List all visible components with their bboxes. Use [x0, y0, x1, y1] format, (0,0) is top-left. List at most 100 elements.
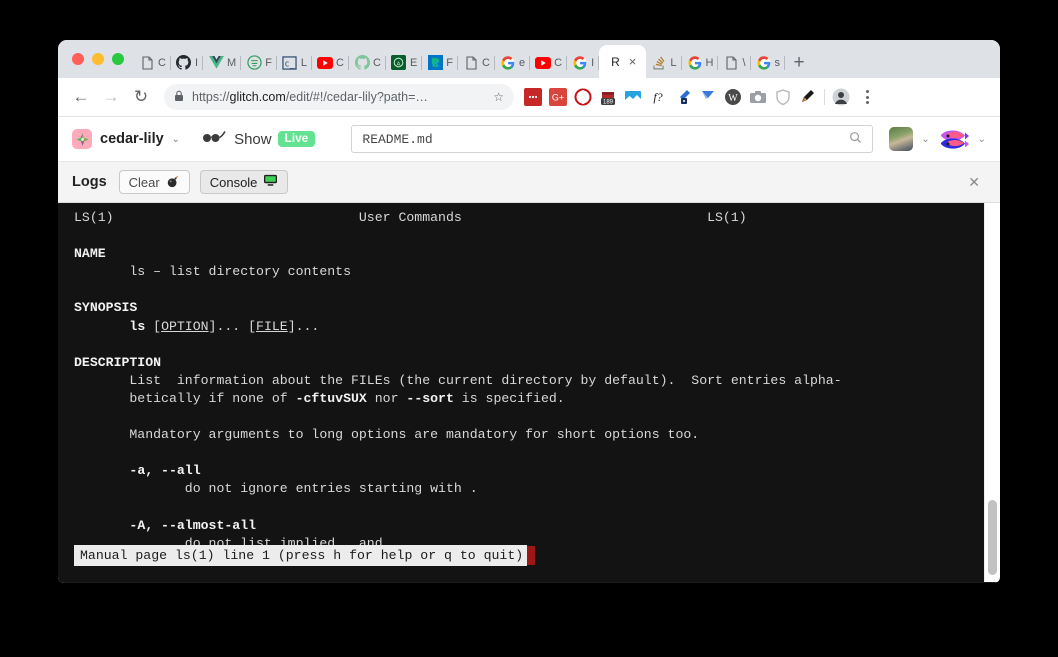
- console-label: Console: [209, 174, 258, 190]
- tab-label: F: [265, 56, 272, 69]
- revolut-icon: R: [427, 55, 443, 71]
- chevron-down-icon[interactable]: ⌄: [921, 134, 929, 145]
- android-icon: A: [391, 55, 407, 71]
- document-icon: [463, 55, 479, 71]
- tab-label: L: [670, 56, 677, 69]
- chevron-down-icon[interactable]: ⌄: [978, 134, 986, 145]
- forward-button[interactable]: →: [96, 82, 126, 112]
- chevron-down-icon[interactable]: ⌄: [172, 134, 180, 145]
- browser-tab[interactable]: C: [349, 47, 386, 78]
- tab-strip: C I M F c_ L C C A E R F C e C I R × L H…: [58, 40, 1000, 78]
- profile-avatar-icon[interactable]: [832, 88, 850, 106]
- browser-tab[interactable]: F: [241, 47, 277, 78]
- file-search-field[interactable]: README.md: [351, 125, 874, 153]
- clear-label: Clear: [128, 174, 160, 190]
- reload-button[interactable]: ↻: [126, 82, 156, 112]
- zoom-window-button[interactable]: [112, 53, 124, 65]
- close-window-button[interactable]: [72, 53, 84, 65]
- codepen-icon: c_: [282, 55, 298, 71]
- tab-label: M: [227, 56, 237, 69]
- browser-tab[interactable]: H: [682, 47, 719, 78]
- google-icon: [500, 55, 516, 71]
- flask-icon: [246, 55, 262, 71]
- browser-tab[interactable]: C: [312, 47, 349, 78]
- browser-tab[interactable]: A E: [386, 47, 423, 78]
- youtube-icon: [535, 55, 552, 71]
- github-icon: [176, 55, 192, 71]
- minimize-window-button[interactable]: [92, 53, 104, 65]
- browser-tab[interactable]: I: [567, 47, 600, 78]
- tab-label: C: [336, 56, 344, 69]
- youtube-icon: [317, 55, 334, 71]
- tab-label: e: [518, 56, 526, 69]
- tab-label: C: [373, 56, 381, 69]
- active-browser-tab[interactable]: R ×: [599, 45, 647, 78]
- y-extension-icon[interactable]: [699, 88, 717, 106]
- file-search-value[interactable]: README.md: [362, 132, 849, 147]
- font-extension-icon[interactable]: f?: [649, 88, 667, 106]
- terminal-cursor: [527, 546, 536, 565]
- browser-tab[interactable]: L: [646, 47, 682, 78]
- tab-label: L: [300, 56, 308, 69]
- browser-toolbar: ← → ↻ https://glitch.com/edit/#!/cedar-l…: [58, 78, 1000, 117]
- pager-status-text: Manual page ls(1) line 1 (press h for he…: [74, 545, 528, 566]
- wappalyzer-extension-icon[interactable]: W: [724, 88, 742, 106]
- tab-label: F: [446, 56, 454, 69]
- terminal-output[interactable]: LS(1) User Commands LS(1) NAME ls – list…: [58, 203, 984, 582]
- console-button[interactable]: Console: [199, 170, 289, 194]
- monitor-icon: [263, 174, 278, 190]
- avatar[interactable]: [889, 127, 914, 151]
- image-extension-icon[interactable]: [624, 88, 642, 106]
- shield-extension-icon[interactable]: [774, 88, 792, 106]
- back-button[interactable]: ←: [66, 82, 96, 112]
- close-icon[interactable]: ✕: [962, 170, 986, 195]
- github-outline-icon: [354, 55, 370, 71]
- browser-tab[interactable]: I: [171, 47, 204, 78]
- google-icon: [572, 55, 588, 71]
- opera-extension-icon[interactable]: [574, 88, 592, 106]
- browser-menu-button[interactable]: [857, 85, 877, 109]
- svg-text:G+: G+: [552, 93, 564, 103]
- browser-tab[interactable]: s: [751, 47, 786, 78]
- red-dots-extension-icon[interactable]: [524, 88, 542, 106]
- project-name: cedar-lily: [100, 131, 164, 147]
- new-tab-button[interactable]: +: [785, 47, 813, 78]
- man-page-content: LS(1) User Commands LS(1) NAME ls – list…: [74, 210, 842, 551]
- tab-list: C I M F c_ L C C A E R F C e C I R × L H…: [134, 40, 1000, 78]
- project-selector[interactable]: cedar-lily ⌄: [72, 129, 180, 149]
- camera-extension-icon[interactable]: [749, 88, 767, 106]
- browser-tab[interactable]: M: [203, 47, 242, 78]
- calendar-extension-icon[interactable]: 189: [599, 88, 617, 106]
- svg-text:f?: f?: [653, 90, 662, 104]
- paint-extension-icon[interactable]: [799, 88, 817, 106]
- browser-tab[interactable]: \: [718, 47, 751, 78]
- browser-tab[interactable]: C: [134, 47, 171, 78]
- terminal-scrollbar[interactable]: [984, 203, 1000, 582]
- tab-label: I: [591, 56, 595, 69]
- document-icon: [139, 55, 155, 71]
- address-bar-url: https://glitch.com/edit/#!/cedar-lily?pa…: [192, 90, 428, 104]
- browser-tab[interactable]: C: [530, 47, 568, 78]
- show-live-button[interactable]: Show Live: [202, 130, 316, 149]
- browser-tab[interactable]: R F: [422, 47, 458, 78]
- clear-logs-button[interactable]: Clear: [118, 170, 190, 194]
- bookmark-star-icon[interactable]: ☆: [493, 90, 504, 104]
- tab-label: \: [742, 56, 746, 69]
- search-icon[interactable]: [849, 131, 862, 147]
- tab-label: E: [409, 56, 418, 69]
- address-bar[interactable]: https://glitch.com/edit/#!/cedar-lily?pa…: [164, 84, 514, 110]
- show-label: Show: [234, 130, 272, 148]
- google-plus-extension-icon[interactable]: G+: [549, 88, 567, 106]
- extension-toolbar: G+ 189 f? W: [520, 85, 877, 109]
- scrollbar-thumb[interactable]: [988, 500, 997, 575]
- google-icon: [756, 55, 772, 71]
- vue-icon: [208, 55, 224, 71]
- close-icon[interactable]: ×: [629, 55, 637, 68]
- team-avatar-fish-icon[interactable]: [938, 128, 970, 150]
- eyedropper-extension-icon[interactable]: [674, 88, 692, 106]
- browser-tab[interactable]: C: [458, 47, 495, 78]
- svg-text:W: W: [728, 93, 738, 104]
- browser-tab[interactable]: c_ L: [277, 47, 313, 78]
- browser-tab[interactable]: e: [495, 47, 531, 78]
- stackoverflow-icon: [651, 55, 667, 71]
